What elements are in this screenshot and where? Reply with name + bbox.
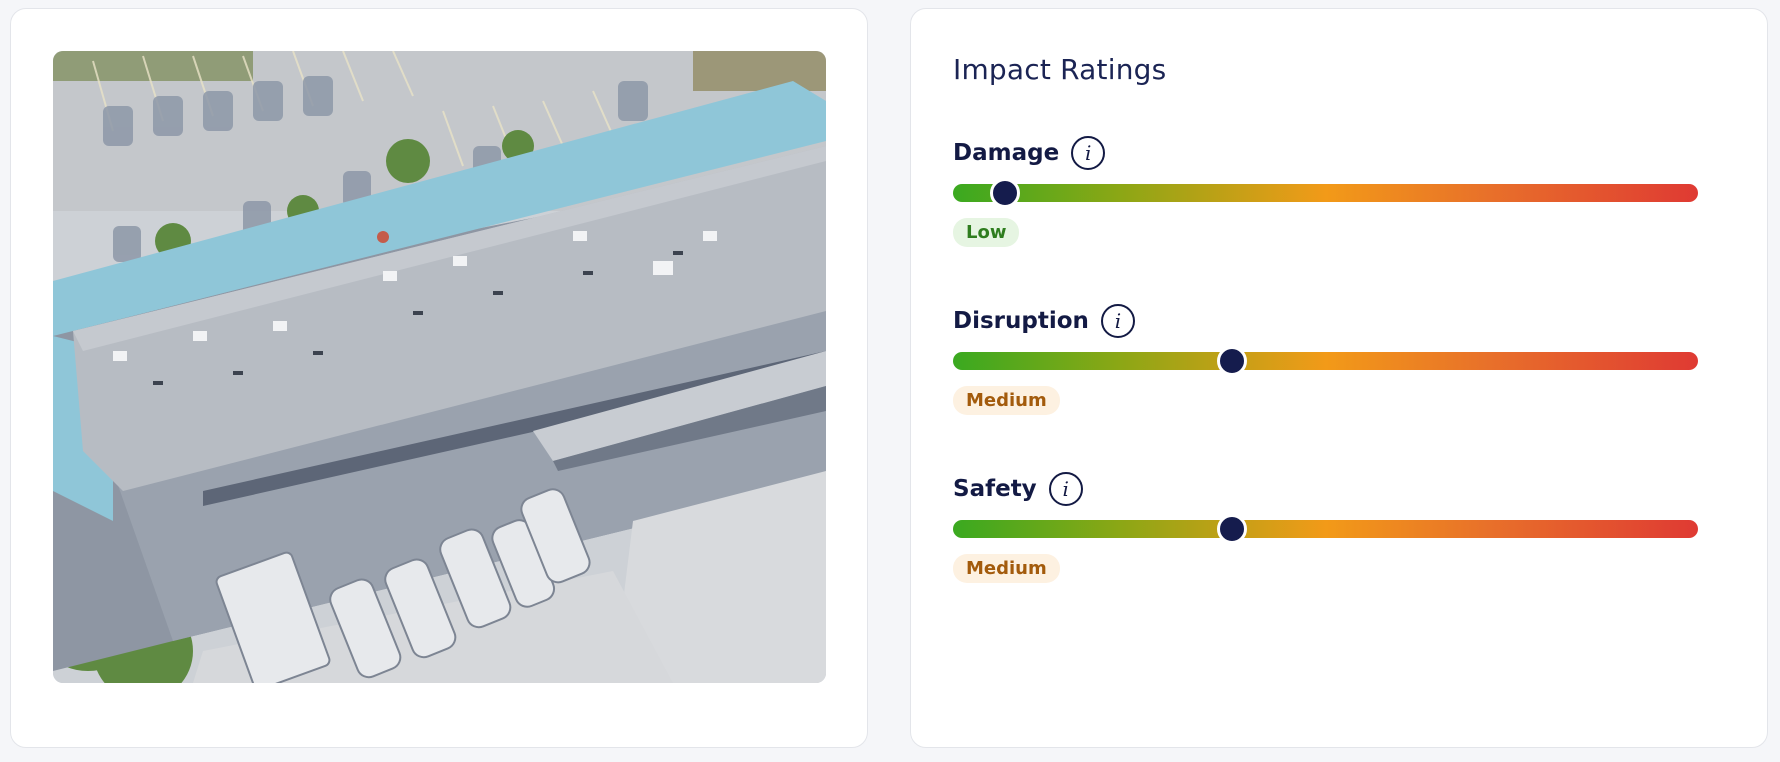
rating-level-badge: Low — [953, 218, 1020, 247]
info-icon[interactable]: i — [1048, 472, 1083, 506]
rating-label: Disruption — [953, 308, 1089, 334]
panel-title: Impact Ratings — [953, 53, 1167, 86]
rating-slider-track[interactable] — [953, 514, 1698, 544]
rating-slider-track[interactable] — [953, 346, 1698, 376]
rating-slider-thumb[interactable] — [1217, 346, 1248, 376]
rating-slider-thumb[interactable] — [990, 178, 1021, 208]
rating-label: Damage — [953, 140, 1060, 166]
rating-header: Disruption i — [953, 303, 1698, 339]
rating-damage: Damage i Low — [953, 135, 1698, 247]
rating-label: Safety — [953, 476, 1037, 502]
rating-level-badge: Medium — [953, 554, 1060, 583]
info-icon[interactable]: i — [1100, 304, 1135, 338]
aerial-photo-graphic — [53, 51, 826, 683]
info-icon[interactable]: i — [1071, 136, 1106, 170]
aerial-photo — [53, 51, 826, 683]
rating-safety: Safety i Medium — [953, 471, 1698, 583]
impact-ratings-card: Impact Ratings Damage i Low Disruption i… — [910, 8, 1768, 748]
rating-header: Safety i — [953, 471, 1698, 507]
rating-disruption: Disruption i Medium — [953, 303, 1698, 415]
rating-slider-thumb[interactable] — [1217, 514, 1248, 544]
image-card — [10, 8, 868, 748]
rating-slider-track[interactable] — [953, 178, 1698, 208]
rating-level-badge: Medium — [953, 386, 1060, 415]
rating-header: Damage i — [953, 135, 1698, 171]
